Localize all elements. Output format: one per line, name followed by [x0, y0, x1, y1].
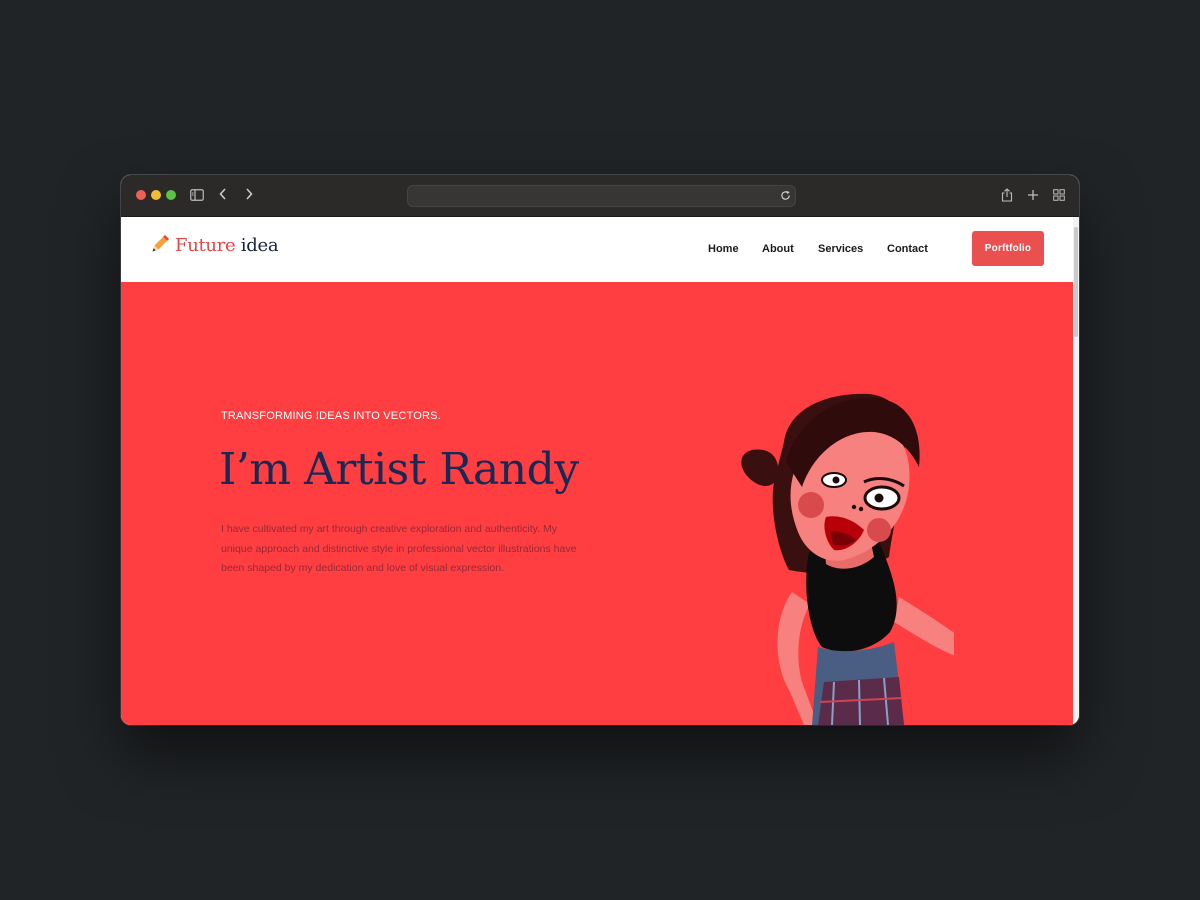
nav-home-link[interactable]: Home	[708, 243, 739, 255]
logo-text: Future idea	[175, 235, 279, 256]
portfolio-button[interactable]: Porftfolio	[972, 231, 1044, 266]
webpage: Future idea Home About Services Contact …	[121, 217, 1073, 725]
nav-about-link[interactable]: About	[762, 243, 794, 255]
hero-headline: I’m Artist Randy	[219, 444, 579, 495]
page-scrollbar-thumb[interactable]	[1074, 227, 1078, 337]
zoom-window-button[interactable]	[166, 190, 176, 200]
hero-section: TRANSFORMING IDEAS INTO VECTORS. I’m Art…	[121, 282, 1073, 725]
pencil-icon	[151, 233, 171, 258]
browser-window: Future idea Home About Services Contact …	[121, 175, 1079, 725]
cartoon-woman-illustration	[741, 393, 954, 725]
hero-eyebrow: TRANSFORMING IDEAS INTO VECTORS.	[221, 410, 441, 422]
new-tab-icon[interactable]	[1026, 187, 1040, 203]
reload-icon[interactable]	[780, 187, 791, 204]
hero-bio: I have cultivated my art through creativ…	[221, 523, 577, 574]
tab-overview-icon[interactable]	[1052, 187, 1066, 203]
back-icon[interactable]	[218, 187, 228, 201]
minimize-window-button[interactable]	[151, 190, 161, 200]
nav-services-link[interactable]: Services	[818, 243, 863, 255]
sidebar-icon[interactable]	[190, 188, 204, 202]
logo-text-part1: Future	[175, 235, 236, 256]
close-window-button[interactable]	[136, 190, 146, 200]
address-bar[interactable]	[407, 185, 796, 207]
logo-text-part2: idea	[240, 235, 279, 256]
site-logo[interactable]: Future idea	[151, 233, 279, 258]
browser-titlebar	[121, 175, 1079, 217]
forward-icon[interactable]	[244, 187, 254, 201]
site-navbar: Future idea Home About Services Contact …	[121, 217, 1073, 282]
nav-contact-link[interactable]: Contact	[887, 243, 928, 255]
share-icon[interactable]	[1000, 187, 1014, 203]
